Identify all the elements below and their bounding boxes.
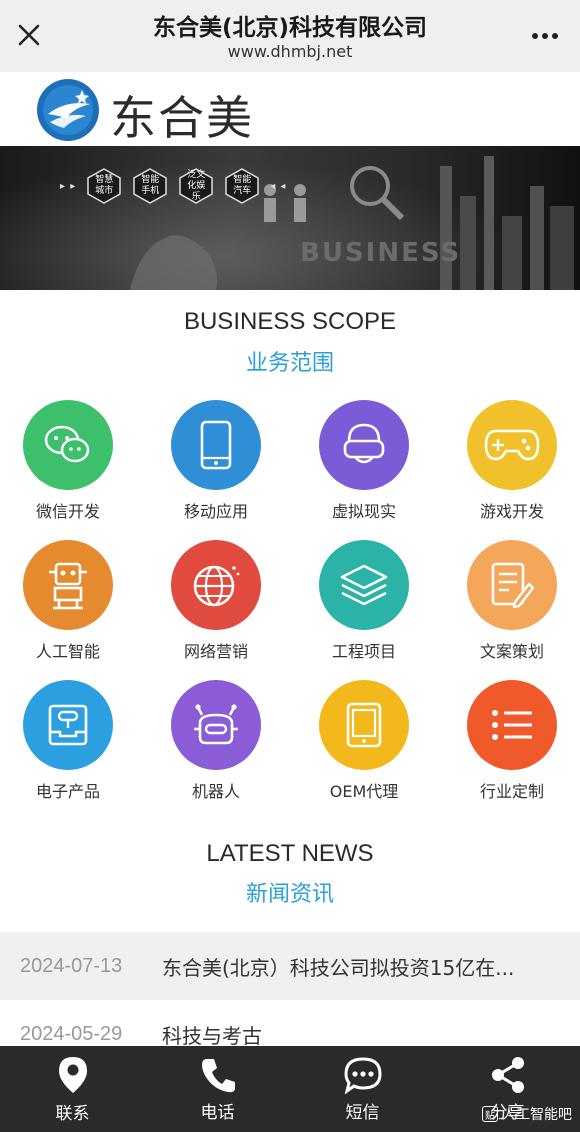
service-label: 电子产品 <box>35 782 100 801</box>
watermark-text: 人工智能吧 <box>502 1107 572 1123</box>
vr-headset-icon <box>319 400 409 490</box>
hex-smart-phone: 智能手机 <box>132 168 168 204</box>
service-network-marketing[interactable]: 网络营销 <box>151 540 281 662</box>
service-wechat[interactable]: 微信开发 <box>3 400 133 522</box>
logo-header: 东合美 <box>0 72 580 146</box>
page-url: www.dhmbj.net <box>227 42 353 61</box>
banner-arrows-right: ◂ ◂ <box>270 180 287 192</box>
hero-banner[interactable]: ▸ ▸ 智慧城市 智能手机 泛文化娱乐 智能汽车 ◂ ◂ BUSINESS <box>0 146 580 290</box>
company-logo-text: 东合美 <box>110 91 254 145</box>
service-label: 人工智能 <box>35 642 100 661</box>
business-scope-title-cn: 业务范围 <box>245 351 334 376</box>
magnifier-graphic <box>350 166 405 221</box>
hex-label: 智慧城市 <box>95 175 114 196</box>
service-ai[interactable]: 人工智能 <box>3 540 133 662</box>
nav-contact[interactable]: 联系 <box>0 1046 145 1132</box>
service-game-dev[interactable]: 游戏开发 <box>447 400 577 522</box>
hand-graphic <box>130 235 218 290</box>
hex-culture-entertainment: 泛文化娱乐 <box>178 168 214 204</box>
nav-label: 短信 <box>345 1102 380 1123</box>
latest-news-title-en: LATEST NEWS <box>206 840 374 867</box>
wechat-icon <box>23 400 113 490</box>
device-icon <box>23 680 113 770</box>
phone-icon <box>201 1058 235 1092</box>
mobile-icon <box>171 400 261 490</box>
robot-icon <box>23 540 113 630</box>
nav-sms[interactable]: 短信 <box>290 1046 435 1132</box>
service-mobile-app[interactable]: 移动应用 <box>151 400 281 522</box>
service-label: 文案策划 <box>479 642 544 661</box>
nav-label: 电话 <box>200 1102 235 1123</box>
more-icon[interactable] <box>530 24 560 48</box>
service-label: 虚拟现实 <box>331 502 396 521</box>
list-icon <box>467 680 557 770</box>
service-copywriting[interactable]: 文案策划 <box>447 540 577 662</box>
banner-hex-row: ▸ ▸ 智慧城市 智能手机 泛文化娱乐 智能汽车 ◂ ◂ <box>60 168 286 204</box>
hex-label: 泛文化娱乐 <box>187 169 206 202</box>
service-label: 移动应用 <box>183 502 248 521</box>
service-engineering[interactable]: 工程项目 <box>299 540 429 662</box>
news-item[interactable]: 2024-07-13 东合美(北京）科技公司拟投资15亿在... <box>0 932 580 1000</box>
gamepad-icon <box>467 400 557 490</box>
watermark-badge: 贴 <box>482 1106 498 1122</box>
location-pin-icon <box>58 1056 87 1093</box>
service-robot[interactable]: 机器人 <box>151 680 281 802</box>
robot-head-icon <box>171 680 261 770</box>
news-date: 2024-07-13 <box>20 954 123 977</box>
document-edit-icon <box>467 540 557 630</box>
hex-smart-car: 智能汽车 <box>224 168 260 204</box>
service-label: 网络营销 <box>183 642 248 661</box>
news-headline: 科技与考古 <box>162 1023 262 1048</box>
service-label: 行业定制 <box>479 782 544 801</box>
banner-arrows-left: ▸ ▸ <box>60 180 77 192</box>
news-date: 2024-05-29 <box>20 1022 123 1045</box>
banner-business-text: BUSINESS <box>300 238 462 268</box>
service-label: 机器人 <box>191 782 240 801</box>
message-icon <box>343 1056 382 1094</box>
news-headline: 东合美(北京）科技公司拟投资15亿在... <box>162 955 515 980</box>
hex-label: 智能手机 <box>141 175 160 196</box>
service-electronics[interactable]: 电子产品 <box>3 680 133 802</box>
service-label: OEM代理 <box>329 782 399 801</box>
service-vr[interactable]: 虚拟现实 <box>299 400 429 522</box>
tablet-icon <box>319 680 409 770</box>
globe-icon <box>171 540 261 630</box>
hex-smart-city: 智慧城市 <box>86 168 122 204</box>
nav-phone[interactable]: 电话 <box>145 1046 290 1132</box>
service-industry-custom[interactable]: 行业定制 <box>447 680 577 802</box>
business-scope-title-en: BUSINESS SCOPE <box>183 308 397 335</box>
service-label: 游戏开发 <box>479 502 544 521</box>
watermark: 贴 人工智能吧 <box>482 1104 572 1124</box>
service-oem[interactable]: OEM代理 <box>299 680 429 802</box>
page-title: 东合美(北京)科技有限公司 <box>152 15 428 41</box>
layers-icon <box>319 540 409 630</box>
company-logo-icon <box>36 78 100 142</box>
nav-label: 联系 <box>55 1103 90 1124</box>
service-label: 微信开发 <box>35 502 100 521</box>
latest-news-title-cn: 新闻资讯 <box>245 882 334 907</box>
service-label: 工程项目 <box>331 642 396 661</box>
hex-label: 智能汽车 <box>233 175 252 196</box>
city-graphic <box>440 156 574 290</box>
share-icon <box>491 1056 524 1093</box>
top-bar: 东合美(北京)科技有限公司 www.dhmbj.net <box>0 0 580 72</box>
